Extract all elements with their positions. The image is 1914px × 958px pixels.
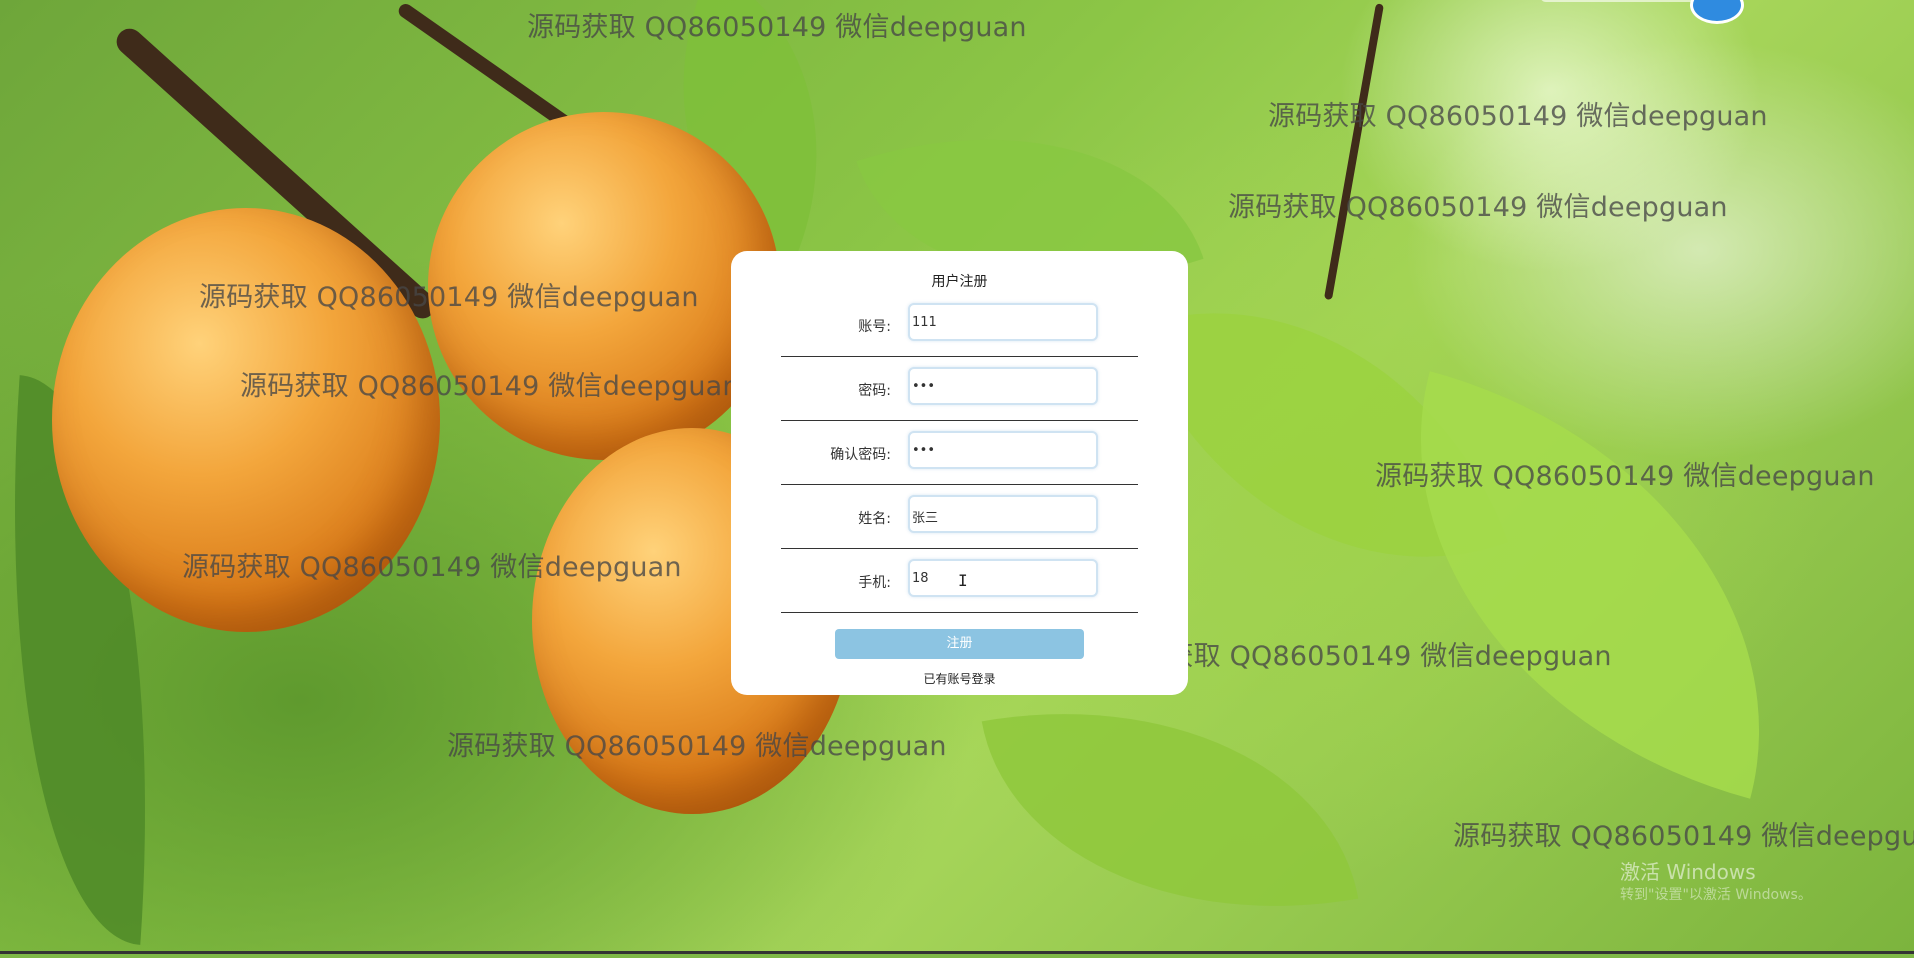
watermark-text: 源码获取 QQ86050149 微信deepguan bbox=[199, 282, 699, 313]
watermark-text: 源码获取 QQ86050149 微信deepguan bbox=[240, 371, 740, 402]
phone-input[interactable]: 18 bbox=[908, 559, 1098, 597]
name-input[interactable]: 张三 bbox=[908, 495, 1098, 533]
phone-label: 手机: bbox=[858, 575, 891, 591]
text-cursor-icon: I bbox=[958, 571, 968, 590]
confirm-password-input[interactable]: ••• bbox=[908, 431, 1098, 469]
name-label: 姓名: bbox=[858, 511, 891, 527]
form-row-phone: 手机: 18 I bbox=[781, 548, 1138, 613]
form-row-account: 账号: 111 bbox=[781, 292, 1138, 357]
account-label: 账号: bbox=[858, 319, 891, 335]
register-card: 用户注册 账号: 111 密码: ••• 确认密码: ••• 姓名: 张三 手机… bbox=[731, 251, 1188, 695]
windows-activation-title: 激活 Windows bbox=[1620, 860, 1756, 884]
form-row-password: 密码: ••• bbox=[781, 356, 1138, 421]
password-label: 密码: bbox=[858, 383, 891, 399]
watermark-text: 源码获取 QQ86050149 微信deepguan bbox=[1375, 461, 1875, 492]
windows-activation-subtitle: 转到"设置"以激活 Windows。 bbox=[1620, 887, 1812, 903]
watermark-text: 源码获取 QQ86050149 微信deepguan bbox=[447, 731, 947, 762]
watermark-text: 源码获取 QQ86050149 微信deepguan bbox=[182, 552, 682, 583]
watermark-text: 源码获取 QQ86050149 微信deepguan bbox=[1268, 101, 1768, 132]
form-row-confirm-password: 确认密码: ••• bbox=[781, 420, 1138, 485]
confirm-password-label: 确认密码: bbox=[830, 447, 891, 463]
form-row-name: 姓名: 张三 bbox=[781, 484, 1138, 549]
register-button[interactable]: 注册 bbox=[835, 629, 1084, 659]
password-input[interactable]: ••• bbox=[908, 367, 1098, 405]
login-link[interactable]: 已有账号登录 bbox=[731, 670, 1188, 687]
form-title: 用户注册 bbox=[931, 274, 988, 290]
watermark-text: 源码获取 QQ86050149 微信deepguan bbox=[1228, 192, 1728, 223]
watermark-text: 源码获取 QQ86050149 微信deepguan bbox=[1453, 821, 1914, 852]
watermark-text: 源码获取 QQ86050149 微信deepguan bbox=[527, 12, 1027, 43]
account-input[interactable]: 111 bbox=[908, 303, 1098, 341]
